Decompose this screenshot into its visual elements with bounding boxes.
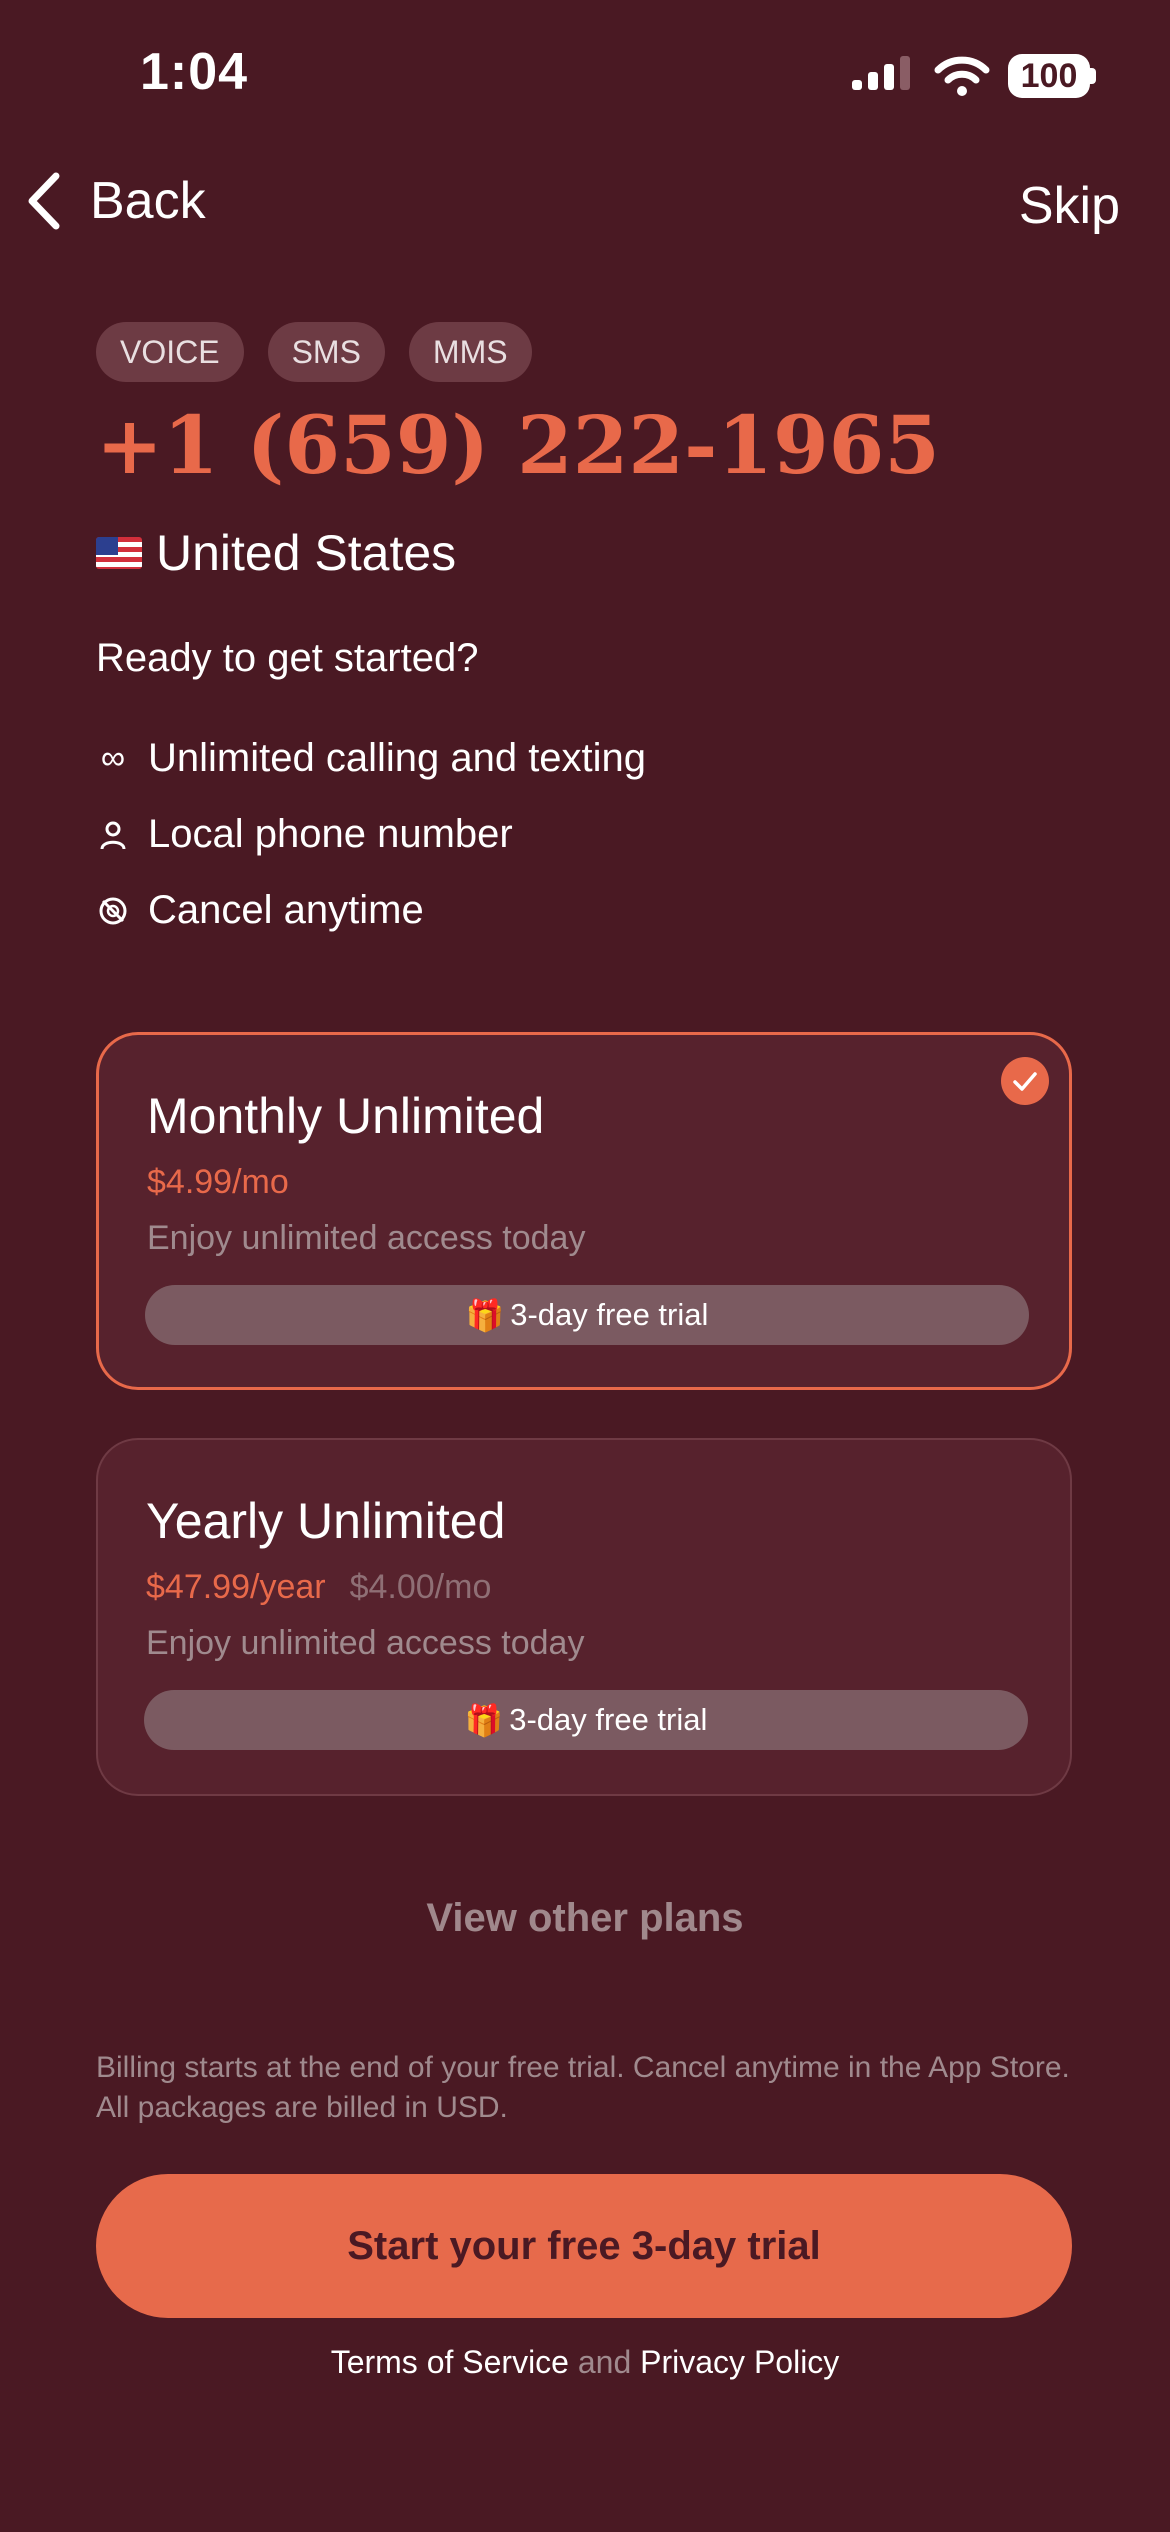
plan-title: Yearly Unlimited xyxy=(146,1493,506,1549)
legal-conjunction: and xyxy=(577,2344,632,2380)
us-flag-icon xyxy=(96,537,142,569)
trial-label: 3-day free trial xyxy=(509,1702,708,1737)
back-button[interactable]: Back xyxy=(24,170,206,232)
phone-number: +1 (659) 222-1965 xyxy=(96,398,940,492)
feature-item: Cancel anytime xyxy=(96,888,424,933)
status-time: 1:04 xyxy=(140,43,249,101)
terms-of-service-link[interactable]: Terms of Service xyxy=(331,2344,569,2380)
trial-badge: 🎁 3-day free trial xyxy=(145,1285,1029,1345)
plan-price-monthly-equivalent: $4.00/mo xyxy=(349,1568,492,1606)
gift-icon: 🎁 xyxy=(464,1702,504,1738)
billing-note: Billing starts at the end of your free t… xyxy=(96,2051,1070,2124)
tag-voice: VOICE xyxy=(96,322,244,382)
feature-item: Local phone number xyxy=(96,812,513,857)
tag-sms: SMS xyxy=(267,322,385,382)
country-name: United States xyxy=(156,525,457,581)
capability-tags: VOICE SMS MMS xyxy=(96,322,532,382)
plan-price: $4.99/mo xyxy=(147,1163,289,1202)
tag-mms: MMS xyxy=(408,322,532,382)
plan-card-yearly[interactable]: Yearly Unlimited $47.99/year $4.00/mo En… xyxy=(96,1438,1072,1796)
battery-indicator: 100 xyxy=(1008,54,1090,98)
country-row: United States xyxy=(96,524,456,582)
back-label: Back xyxy=(90,172,206,230)
plan-price: $47.99/year $4.00/mo xyxy=(146,1568,491,1607)
plan-title: Monthly Unlimited xyxy=(147,1088,545,1144)
trial-badge: 🎁 3-day free trial xyxy=(144,1690,1028,1750)
person-icon xyxy=(96,818,130,852)
start-trial-button[interactable]: Start your free 3-day trial xyxy=(96,2174,1072,2318)
feature-label: Cancel anytime xyxy=(148,888,424,932)
plan-price-main: $4.99/mo xyxy=(147,1163,289,1201)
wifi-icon xyxy=(934,56,990,96)
infinity-icon: ∞ xyxy=(100,739,126,777)
plan-price-main: $47.99/year xyxy=(146,1568,326,1606)
plan-description: Enjoy unlimited access today xyxy=(147,1219,586,1257)
battery-tip xyxy=(1090,68,1096,84)
feature-label: Local phone number xyxy=(148,812,513,856)
cellular-signal-icon xyxy=(852,56,910,90)
chevron-left-icon xyxy=(28,172,60,230)
privacy-policy-link[interactable]: Privacy Policy xyxy=(640,2344,839,2380)
skip-button[interactable]: Skip xyxy=(1019,176,1120,236)
legal-links: Terms of Service and Privacy Policy xyxy=(0,2344,1170,2381)
cancel-icon xyxy=(96,894,130,928)
gift-icon: 🎁 xyxy=(465,1297,505,1333)
trial-label: 3-day free trial xyxy=(510,1297,709,1332)
plan-card-monthly[interactable]: Monthly Unlimited $4.99/mo Enjoy unlimit… xyxy=(96,1032,1072,1390)
prompt-text: Ready to get started? xyxy=(96,636,479,680)
checkmark-icon xyxy=(1001,1057,1049,1105)
view-other-plans-link[interactable]: View other plans xyxy=(0,1896,1170,1941)
feature-label: Unlimited calling and texting xyxy=(148,736,647,780)
plan-description: Enjoy unlimited access today xyxy=(146,1624,585,1662)
feature-item: ∞ Unlimited calling and texting xyxy=(96,736,646,781)
